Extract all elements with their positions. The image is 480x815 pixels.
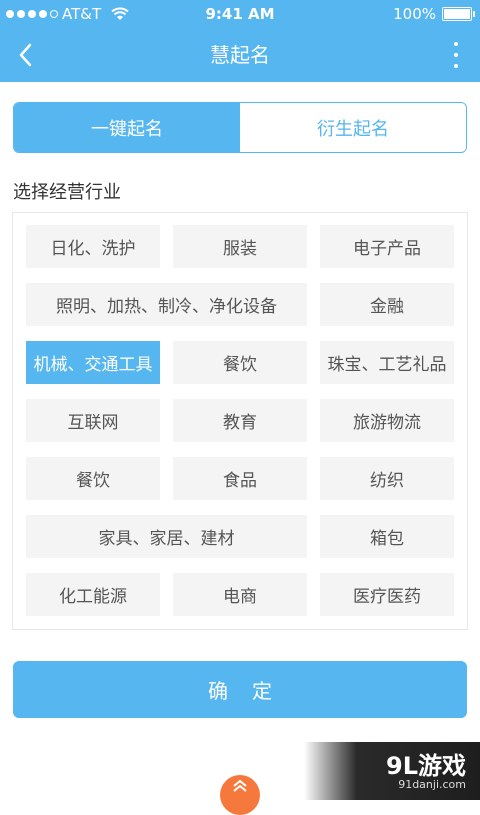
industry-chip[interactable]: 纺织 <box>320 457 454 500</box>
battery-icon <box>442 7 475 21</box>
industry-chip[interactable]: 医疗医药 <box>320 573 454 616</box>
double-chevron-up-icon <box>233 779 247 792</box>
industry-chip[interactable]: 电子产品 <box>320 225 454 268</box>
industry-chip[interactable]: 教育 <box>173 399 307 442</box>
watermark: 9L游戏 91danji.com <box>304 742 480 800</box>
industry-chip[interactable]: 照明、加热、制冷、净化设备 <box>26 283 307 326</box>
industry-grid: 日化、洗护 服装 电子产品 照明、加热、制冷、净化设备 金融 机械、交通工具 餐… <box>12 212 468 630</box>
industry-chip[interactable]: 日化、洗护 <box>26 225 160 268</box>
naming-mode-tabs: 一键起名 衍生起名 <box>13 102 467 153</box>
tab-quick-naming[interactable]: 一键起名 <box>14 103 240 152</box>
status-bar: AT&T 9:41 AM 100% <box>0 0 480 28</box>
page-title: 慧起名 <box>210 43 270 67</box>
industry-chip-selected[interactable]: 机械、交通工具 <box>26 341 160 384</box>
navigation-bar: 慧起名 <box>0 28 480 82</box>
expand-panel-button[interactable] <box>220 775 260 815</box>
industry-section-title: 选择经营行业 <box>13 182 121 203</box>
more-vertical-icon <box>454 42 458 46</box>
industry-chip[interactable]: 箱包 <box>320 515 454 558</box>
industry-chip[interactable]: 电商 <box>173 573 307 616</box>
industry-chip[interactable]: 服装 <box>173 225 307 268</box>
watermark-logo: 9L游戏 <box>386 752 466 780</box>
battery-percent: 100% <box>393 5 436 23</box>
industry-chip[interactable]: 互联网 <box>26 399 160 442</box>
industry-chip[interactable]: 珠宝、工艺礼品 <box>320 341 454 384</box>
industry-chip[interactable]: 金融 <box>320 283 454 326</box>
tab-derived-naming[interactable]: 衍生起名 <box>240 103 466 152</box>
industry-chip[interactable]: 食品 <box>173 457 307 500</box>
industry-chip[interactable]: 餐饮 <box>26 457 160 500</box>
confirm-button[interactable]: 确定 <box>13 661 467 718</box>
more-options-button[interactable] <box>446 40 466 70</box>
app-header: AT&T 9:41 AM 100% 慧起名 <box>0 0 480 82</box>
industry-chip[interactable]: 餐饮 <box>173 341 307 384</box>
industry-chip[interactable]: 家具、家居、建材 <box>26 515 307 558</box>
industry-chip[interactable]: 化工能源 <box>26 573 160 616</box>
industry-chip[interactable]: 旅游物流 <box>320 399 454 442</box>
watermark-url: 91danji.com <box>398 778 466 791</box>
